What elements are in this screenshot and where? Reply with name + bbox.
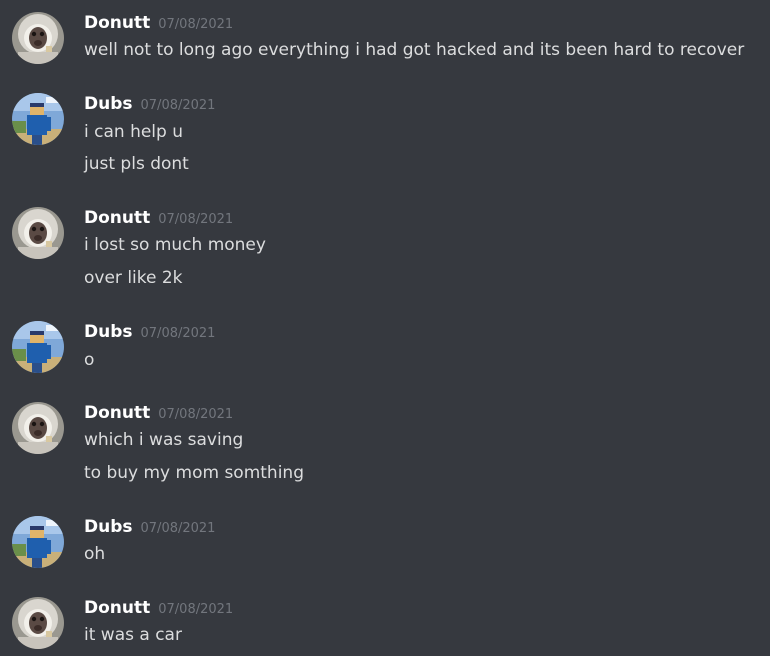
timestamp: 07/08/2021 [140,326,216,341]
message-text: well not to long ago everything i had go… [84,40,745,60]
monkey-avatar-icon[interactable] [12,597,64,649]
username[interactable]: Donutt [84,598,150,618]
username[interactable]: Dubs [84,322,133,342]
message-text: over like 2k [84,268,183,288]
message-text: o [84,350,95,370]
timestamp: 07/08/2021 [158,602,234,617]
message-header: Dubs 07/08/2021 [84,93,215,117]
username[interactable]: Donutt [84,13,150,33]
message-text: oh [84,544,106,564]
timestamp: 07/08/2021 [158,17,234,32]
username[interactable]: Dubs [84,94,133,114]
monkey-avatar-icon[interactable] [12,207,64,259]
monkey-avatar-icon[interactable] [12,402,64,454]
blocky-avatar-icon[interactable] [12,321,64,373]
message-text: to buy my mom somthing [84,463,304,483]
timestamp: 07/08/2021 [140,98,216,113]
blocky-avatar-icon[interactable] [12,93,64,145]
message-header: Donutt 07/08/2021 [84,207,233,231]
timestamp: 07/08/2021 [140,521,216,536]
timestamp: 07/08/2021 [158,407,234,422]
message-header: Dubs 07/08/2021 [84,516,215,540]
message-header: Donutt 07/08/2021 [84,597,233,621]
message-header: Donutt 07/08/2021 [84,12,233,36]
username[interactable]: Donutt [84,403,150,423]
message-text: i lost so much money [84,235,266,255]
message-header: Dubs 07/08/2021 [84,321,215,345]
username[interactable]: Donutt [84,208,150,228]
username[interactable]: Dubs [84,517,133,537]
monkey-avatar-icon[interactable] [12,12,64,64]
message-text: i can help u [84,122,183,142]
blocky-avatar-icon[interactable] [12,516,64,568]
message-text: just pls dont [84,154,189,174]
message-text: it was a car [84,625,182,645]
message-header: Donutt 07/08/2021 [84,402,233,426]
timestamp: 07/08/2021 [158,212,234,227]
message-text: which i was saving [84,430,244,450]
